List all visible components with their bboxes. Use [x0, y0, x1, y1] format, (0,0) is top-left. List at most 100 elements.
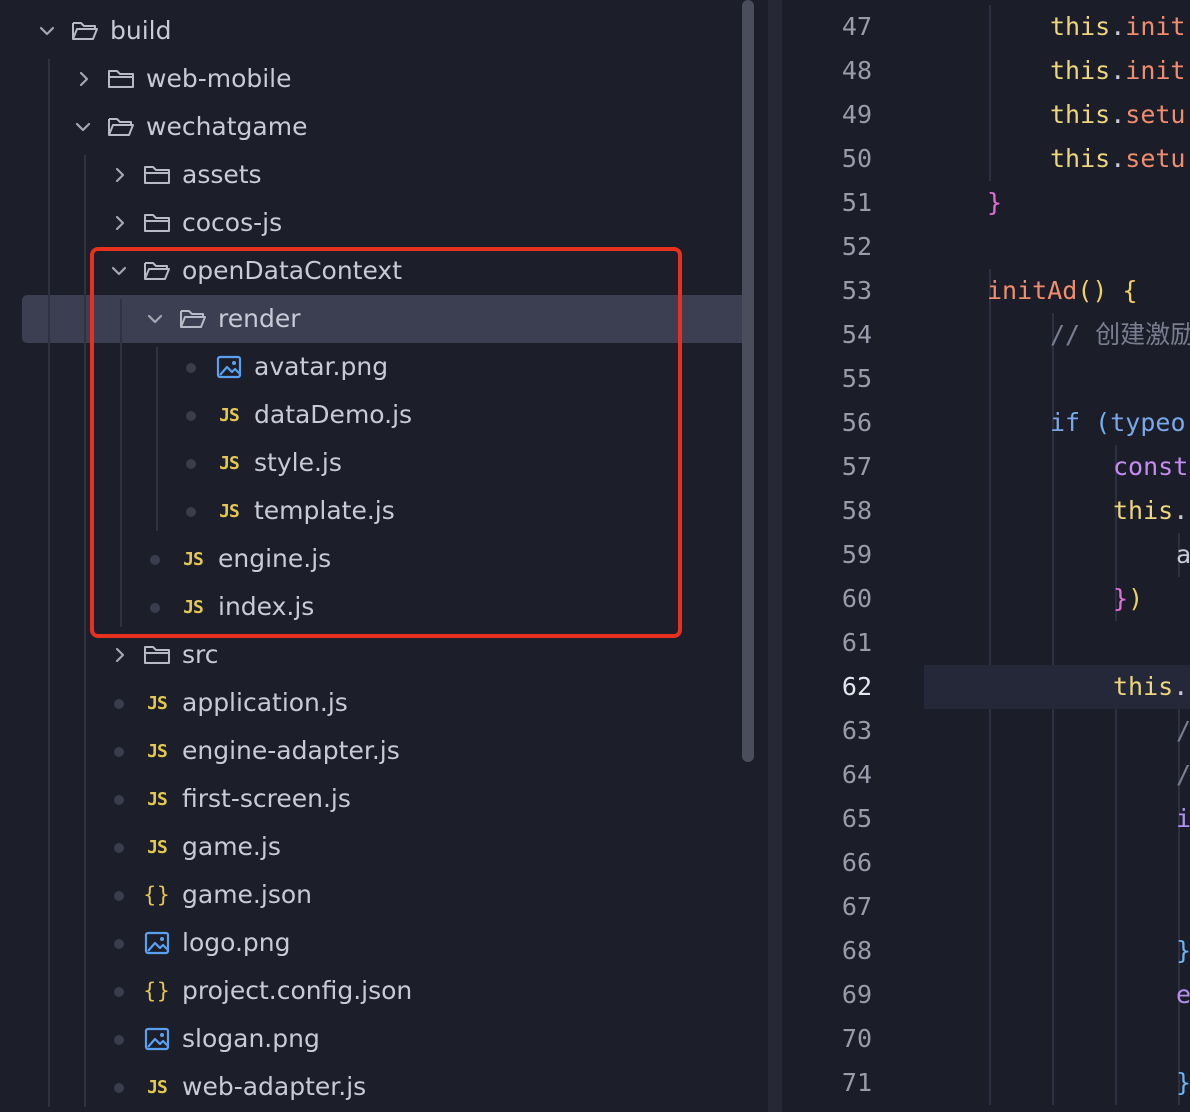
tree-folder-row[interactable]: web-mobile: [0, 55, 768, 103]
tree-item-label: assets: [182, 160, 262, 189]
tree-item-label: game.js: [182, 832, 281, 861]
code-token: if: [1050, 408, 1081, 437]
code-line[interactable]: /: [1176, 709, 1190, 753]
code-token: .: [1110, 12, 1126, 41]
code-token: initAd: [987, 276, 1078, 305]
tree-file-row[interactable]: logo.png: [0, 919, 768, 967]
file-bullet-icon: [114, 843, 124, 853]
code-token: /: [1176, 760, 1190, 789]
tree-folder-row[interactable]: src: [0, 631, 768, 679]
tree-folder-row[interactable]: cocos-js: [0, 199, 768, 247]
chevron-right-icon[interactable]: [74, 69, 94, 89]
chevron-right-icon[interactable]: [110, 165, 130, 185]
line-number: 65: [841, 804, 872, 833]
tree-file-row[interactable]: {} project.config.json: [0, 967, 768, 1015]
code-line[interactable]: }: [1176, 1061, 1190, 1105]
code-token: .: [1173, 496, 1189, 525]
code-token: this: [1050, 56, 1111, 85]
code-line[interactable]: /: [1176, 753, 1190, 797]
code-line[interactable]: this.setu: [1050, 137, 1186, 181]
folder-icon: [143, 641, 171, 669]
chevron-down-icon[interactable]: [73, 117, 93, 137]
code-token: this: [1113, 672, 1174, 701]
line-number: 53: [841, 276, 872, 305]
explorer-scrollbar[interactable]: [742, 0, 754, 762]
code-token: this: [1050, 100, 1111, 129]
code-token: setu: [1125, 144, 1186, 173]
code-token: (: [1095, 408, 1111, 437]
code-line[interactable]: this.: [1113, 489, 1188, 533]
code-token: }: [987, 188, 1003, 217]
code-token: this: [1113, 496, 1174, 525]
code-line[interactable]: e: [1176, 973, 1190, 1017]
tree-file-row[interactable]: JS game.js: [0, 823, 768, 871]
code-token: }: [1176, 1068, 1190, 1097]
tree-item-label: build: [110, 16, 172, 45]
tree-item-label: slogan.png: [182, 1024, 320, 1053]
code-token: .: [1110, 56, 1126, 85]
tree-file-row[interactable]: JS application.js: [0, 679, 768, 727]
code-token: typeo: [1110, 408, 1186, 437]
code-line[interactable]: a: [1176, 533, 1190, 577]
line-number: 50: [841, 144, 872, 173]
folder-open-icon: [71, 17, 99, 45]
tree-folder-row[interactable]: wechatgame: [0, 103, 768, 151]
tree-folder-row[interactable]: build: [0, 7, 768, 55]
line-number: 62: [841, 672, 872, 701]
code-line[interactable]: this.: [1113, 665, 1188, 709]
line-number: 49: [841, 100, 872, 129]
code-line[interactable]: this.init: [1050, 5, 1186, 49]
code-line[interactable]: this.setu: [1050, 93, 1186, 137]
code-token: this: [1050, 144, 1111, 173]
code-line[interactable]: i: [1176, 797, 1190, 841]
line-number: 67: [841, 892, 872, 921]
ide-window: build web-mobile wechatgame assets cocos-js o…: [0, 0, 1190, 1112]
tree-file-row[interactable]: JS first-screen.js: [0, 775, 768, 823]
js-file-icon: JS: [147, 692, 168, 714]
code-token: {: [1122, 276, 1138, 305]
js-file-icon: JS: [147, 740, 168, 762]
code-editor[interactable]: 47 this.init 48 this.init 49 this.setu 50 this.…: [782, 0, 1190, 1112]
line-number: 58: [841, 496, 872, 525]
tree-item-label: web-mobile: [146, 64, 292, 93]
line-number: 66: [841, 848, 872, 877]
tree-item-label: application.js: [182, 688, 348, 717]
chevron-right-icon[interactable]: [110, 645, 130, 665]
tree-file-row[interactable]: JS web-adapter.js: [0, 1063, 768, 1111]
js-file-icon: JS: [147, 788, 168, 810]
code-line[interactable]: initAd() {: [987, 269, 1138, 313]
indent-guide: [84, 155, 86, 1107]
chevron-down-icon[interactable]: [37, 21, 57, 41]
line-number: 63: [841, 716, 872, 745]
code-line[interactable]: }: [1176, 929, 1190, 973]
tree-folder-row[interactable]: assets: [0, 151, 768, 199]
tree-item-label: web-adapter.js: [182, 1072, 367, 1101]
tree-file-row[interactable]: {} game.json: [0, 871, 768, 919]
code-line[interactable]: }): [1113, 577, 1143, 621]
code-token: this: [1050, 12, 1111, 41]
line-number: 64: [841, 760, 872, 789]
chevron-right-icon[interactable]: [110, 213, 130, 233]
code-line[interactable]: const: [1113, 445, 1188, 489]
code-line[interactable]: if (typeo: [1050, 401, 1186, 445]
line-number: 68: [841, 936, 872, 965]
tree-file-row[interactable]: slogan.png: [0, 1015, 768, 1063]
code-line[interactable]: this.init: [1050, 49, 1186, 93]
tree-file-row[interactable]: JS engine-adapter.js: [0, 727, 768, 775]
code-line[interactable]: // 创建激励: [1050, 313, 1190, 357]
code-token: .: [1173, 672, 1189, 701]
tree-item-label: game.json: [182, 880, 312, 909]
line-number: 71: [841, 1068, 872, 1097]
image-file-icon: [143, 929, 171, 957]
line-number: 51: [841, 188, 872, 217]
code-token: .: [1110, 144, 1126, 173]
file-bullet-icon: [114, 939, 124, 949]
code-indent-guide: [989, 5, 991, 181]
code-line[interactable]: }: [987, 181, 1002, 225]
line-number: 61: [841, 628, 872, 657]
file-bullet-icon: [114, 747, 124, 757]
pane-divider[interactable]: [768, 0, 782, 1112]
code-token: e: [1176, 980, 1190, 1009]
tree-item-label: first-screen.js: [182, 784, 351, 813]
